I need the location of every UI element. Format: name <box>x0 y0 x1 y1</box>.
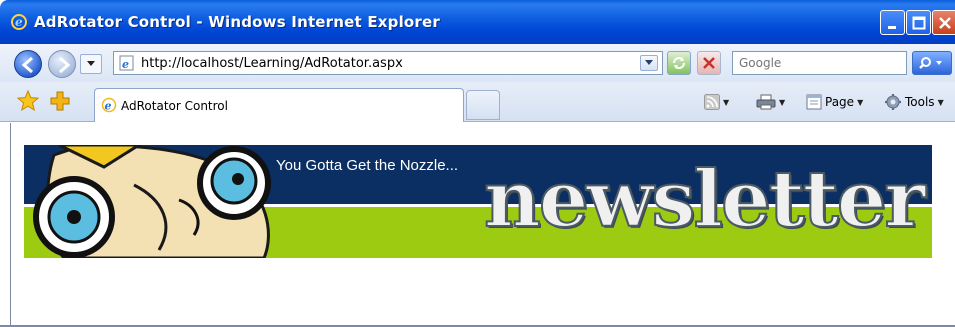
rss-feed-icon <box>704 94 720 110</box>
search-icon <box>919 57 942 69</box>
close-button[interactable] <box>932 10 955 35</box>
title-bar: e AdRotator Control - Windows Internet E… <box>0 0 955 44</box>
tab-label: AdRotator Control <box>121 99 228 113</box>
new-tab-button[interactable] <box>466 90 500 120</box>
search-input[interactable] <box>733 52 906 74</box>
svg-text:e: e <box>15 15 23 29</box>
window-title: AdRotator Control - Windows Internet Exp… <box>34 13 441 31</box>
page-content: You Gotta Get the Nozzle... newsletter <box>10 123 955 327</box>
cartoon-face-illustration <box>33 145 271 258</box>
add-favorites-icon[interactable] <box>49 90 71 112</box>
forward-button[interactable] <box>48 50 76 78</box>
newsletter-logo: newsletter <box>483 154 926 245</box>
maximize-icon <box>912 16 925 29</box>
search-box[interactable] <box>732 51 907 75</box>
maximize-button[interactable] <box>906 10 931 35</box>
back-button[interactable] <box>14 50 42 78</box>
page-icon <box>806 94 822 110</box>
minimize-button[interactable] <box>880 10 905 35</box>
favorites-star-icon[interactable] <box>17 90 39 112</box>
svg-text:e: e <box>105 100 112 113</box>
tools-menu-button[interactable]: Tools ▼ <box>884 92 944 112</box>
svg-text:e: e <box>122 58 129 71</box>
close-icon <box>939 16 951 29</box>
tab-adrotator[interactable]: e AdRotator Control <box>94 88 464 122</box>
page-menu-label: Page <box>825 95 855 109</box>
banner-tagline: You Gotta Get the Nozzle... <box>276 157 459 174</box>
url-text[interactable]: http://localhost/Learning/AdRotator.aspx <box>141 56 403 71</box>
ie-icon: e <box>11 14 27 30</box>
recent-pages-dropdown[interactable] <box>80 54 102 74</box>
chevron-down-icon: ▼ <box>779 97 786 107</box>
refresh-icon <box>673 57 685 69</box>
tools-menu-label: Tools <box>905 95 935 109</box>
page-menu-button[interactable]: Page ▼ <box>806 92 863 112</box>
chevron-down-icon: ▼ <box>857 97 864 107</box>
ad-banner[interactable]: You Gotta Get the Nozzle... newsletter <box>24 145 932 258</box>
ie-page-icon: e <box>119 55 134 71</box>
chevron-down-icon <box>87 61 95 66</box>
print-button[interactable]: ▼ <box>756 92 785 112</box>
back-arrow-icon <box>21 56 33 74</box>
address-bar[interactable]: e http://localhost/Learning/AdRotator.as… <box>113 51 663 75</box>
chevron-down-icon: ▼ <box>937 97 944 107</box>
chevron-down-icon: ▼ <box>723 97 730 107</box>
search-button[interactable] <box>912 51 952 75</box>
printer-icon <box>756 94 776 110</box>
feeds-button[interactable]: ▼ <box>704 92 729 112</box>
ie-icon: e <box>101 97 117 113</box>
chevron-down-icon <box>645 60 653 65</box>
stop-icon <box>703 57 715 69</box>
gear-icon <box>885 94 901 110</box>
address-dropdown-button[interactable] <box>640 55 658 71</box>
minimize-icon <box>887 25 896 29</box>
refresh-button[interactable] <box>667 51 691 75</box>
forward-arrow-icon <box>59 56 71 74</box>
tab-toolbar: e AdRotator Control ▼ ▼ Page ▼ Tools ▼ <box>0 82 955 122</box>
stop-button[interactable] <box>697 51 721 75</box>
address-toolbar: e http://localhost/Learning/AdRotator.as… <box>0 44 955 82</box>
